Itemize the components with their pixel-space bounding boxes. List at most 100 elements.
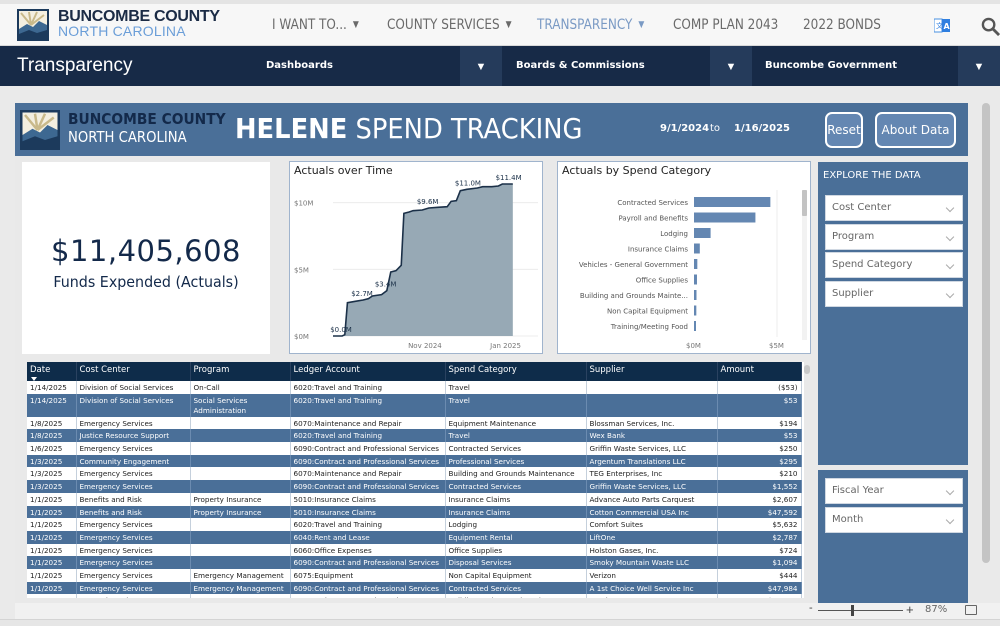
brand-line1: BUNCOMBE COUNTY (58, 8, 220, 25)
section-subnav: Transparency Dashboards ▼ Boards & Commi… (0, 46, 1000, 86)
cell-supplier: Comfort Suites (586, 518, 718, 531)
cell-date: 1/1/2025 (27, 518, 77, 531)
fit-to-page-icon[interactable] (965, 605, 977, 615)
table-row[interactable]: 1/8/2025 Emergency Services 6070:Maintenan… (27, 416, 802, 430)
table-row[interactable]: 1/8/2025 Justice Resource Support 6020:Tra… (27, 429, 802, 443)
cell-date: 1/1/2025 (27, 492, 77, 506)
subnav-boards-commissions[interactable]: Boards & Commissions (516, 60, 645, 71)
table-row[interactable]: 1/6/2025 Emergency Services 6090:Contract … (27, 442, 802, 455)
cell-date: 1/3/2025 (27, 454, 77, 468)
column-header-supplier[interactable]: Supplier (586, 362, 718, 381)
table-row[interactable]: 1/3/2025 Community Engagement 6090:Contrac… (27, 454, 802, 468)
county-logo-icon[interactable] (17, 9, 49, 41)
spend-category-slicer[interactable]: Spend Category (825, 252, 963, 278)
cell-spend-category: Building and Grounds Maintenance (445, 594, 587, 598)
cell-date: 1/3/2025 (27, 480, 77, 493)
caret-down-icon: ▼ (505, 20, 512, 30)
cell-spend-category: Travel (445, 393, 587, 417)
table-row[interactable]: 1/1/2025 Emergency Services 6060:Office Ex… (27, 543, 802, 557)
table-row[interactable]: 1/1/2025 Emergency Services Emergency Mana… (27, 568, 802, 582)
cell-cost-center: General Services (76, 594, 191, 598)
zoom-out-button[interactable]: - (809, 602, 813, 614)
table-row[interactable]: 1/1/2025General Services 6070:Maintenance… (27, 594, 802, 598)
nav-label: COUNTY SERVICES (387, 17, 500, 33)
table-row[interactable]: 1/1/2025 Emergency Services 6040:Rent and … (27, 530, 802, 544)
category-label: Insurance Claims (628, 246, 688, 254)
cell-date: 1/1/2025 (27, 543, 77, 557)
government-dropdown-toggle[interactable]: ▼ (958, 46, 1000, 86)
slicer-label: Program (832, 231, 875, 242)
y-tick-label: $5M (294, 266, 309, 274)
table-row[interactable]: 1/14/2025 Division of Social Services Soci… (27, 393, 802, 417)
subnav-dashboards[interactable]: Dashboards (266, 60, 333, 71)
cell-cost-center: Justice Resource Support (76, 429, 191, 443)
report-brand-line1: BUNCOMBE COUNTY (68, 110, 226, 128)
table-row[interactable]: 1/1/2025 Emergency Services Emergency Mana… (27, 581, 802, 595)
month-slicer[interactable]: Month (825, 507, 963, 533)
nav-comp-plan[interactable]: COMP PLAN 2043 (673, 17, 778, 33)
translate-icon[interactable]: 文 A (934, 18, 950, 34)
bar-chart-svg: Contracted Services Payroll and Benefits L… (579, 190, 807, 350)
cell-date: 1/1/2025 (27, 568, 77, 582)
zoom-in-button[interactable]: + (906, 602, 914, 617)
category-label: Non Capital Equipment (607, 308, 688, 316)
cell-date: 1/8/2025 (27, 429, 77, 443)
cell-supplier: A 1st Choice Well Service Inc (586, 581, 718, 595)
svg-text:文: 文 (936, 21, 943, 30)
slicer-label: Supplier (832, 288, 874, 299)
transactions-table: Date Cost Center Program Ledger Account … (27, 362, 804, 598)
cell-program (190, 454, 291, 468)
site-brand[interactable]: BUNCOMBE COUNTY NORTH CAROLINA (58, 8, 220, 39)
table-row[interactable]: 1/14/2025 Division of Social Services On-C… (27, 381, 802, 394)
column-header-program[interactable]: Program (190, 362, 291, 381)
nav-i-want-to[interactable]: I WANT TO... ▼ (272, 17, 359, 33)
zoom-slider-thumb[interactable] (851, 605, 854, 616)
zoom-slider[interactable] (818, 610, 903, 611)
table-row[interactable]: 1/3/2025 Emergency Services 6090:Contract … (27, 480, 802, 493)
table-row[interactable]: 1/1/2025 Benefits and Risk Property Insura… (27, 492, 802, 506)
page-scrollbar[interactable] (982, 103, 990, 563)
boards-dropdown-toggle[interactable]: ▼ (710, 46, 752, 86)
title-rest: SPEND TRACKING (347, 112, 583, 145)
cell-amount: $10,000 (717, 594, 802, 598)
cell-amount: $2,607 (717, 492, 802, 506)
column-header-amount[interactable]: Amount (717, 362, 802, 381)
cell-ledger-account: 6060:Office Expenses (290, 543, 446, 557)
table-row[interactable]: 1/1/2025 Benefits and Risk Property Insura… (27, 505, 802, 519)
search-icon[interactable] (981, 17, 1000, 36)
cell-program: Property Insurance (190, 505, 291, 519)
cell-date: 1/1/2025 (27, 594, 77, 598)
cell-supplier: Cotton Commercial USA Inc (586, 505, 718, 519)
table-row[interactable]: 1/1/2025 Emergency Services 6020:Travel an… (27, 518, 802, 531)
category-label: Vehicles - General Government (579, 261, 688, 269)
subnav-buncombe-government[interactable]: Buncombe Government (765, 60, 897, 71)
supplier-slicer[interactable]: Supplier (825, 281, 963, 307)
table-scrollbar[interactable] (804, 365, 810, 374)
table-row[interactable]: 1/1/2025 Emergency Services 6090:Contract … (27, 556, 802, 569)
report-banner: BUNCOMBE COUNTY NORTH CAROLINA HELENE SP… (15, 103, 968, 156)
table-header-row: Date Cost Center Program Ledger Account … (27, 362, 802, 381)
fiscal-year-slicer[interactable]: Fiscal Year (825, 478, 963, 504)
cell-amount: $295 (717, 454, 802, 468)
area-chart-svg: $0M $5M $10M Nov 2024 Jan 2025 $0.0M $2.7M$3.4… (294, 174, 538, 350)
column-header-cost-center[interactable]: Cost Center (76, 362, 191, 381)
kpi-value: $11,405,608 (51, 234, 241, 268)
brand-line2: NORTH CAROLINA (58, 23, 186, 39)
dashboards-dropdown-toggle[interactable]: ▼ (460, 46, 502, 86)
table-row[interactable]: 1/3/2025 Emergency Services 6070:Maintenan… (27, 467, 802, 481)
column-header-ledger-account[interactable]: Ledger Account (290, 362, 446, 381)
reset-button[interactable]: Reset (825, 112, 863, 148)
column-header-date[interactable]: Date (27, 362, 77, 381)
cost-center-slicer[interactable]: Cost Center (825, 195, 963, 221)
slicer-label: Month (832, 514, 864, 525)
program-slicer[interactable]: Program (825, 224, 963, 250)
chevron-down-icon (945, 486, 955, 496)
about-data-button[interactable]: About Data (875, 112, 956, 148)
nav-county-services[interactable]: COUNTY SERVICES ▼ (387, 17, 512, 33)
cell-program: Emergency Management (190, 581, 291, 595)
nav-2022-bonds[interactable]: 2022 BONDS (803, 17, 881, 33)
cell-supplier: Advance Auto Parts Carquest (586, 492, 718, 506)
column-header-spend-category[interactable]: Spend Category (445, 362, 587, 381)
nav-transparency[interactable]: TRANSPARENCY ▼ (537, 17, 644, 33)
cell-program (190, 416, 291, 430)
